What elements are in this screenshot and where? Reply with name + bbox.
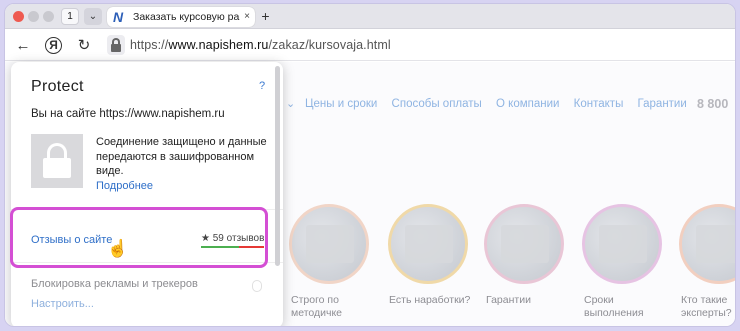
feature-image[interactable] xyxy=(484,204,564,284)
help-icon[interactable]: ? xyxy=(259,80,265,92)
feature-label[interactable]: Строго по методичке xyxy=(291,294,381,320)
maximize-window-button[interactable] xyxy=(43,11,54,22)
back-arrow-icon[interactable]: ← xyxy=(14,37,32,55)
padlock-icon xyxy=(31,134,83,188)
address-bar: ← Я ↻ https://www.napishem.ru/zakaz/kurs… xyxy=(5,29,735,61)
popup-title: Protect xyxy=(31,78,84,95)
active-tab[interactable]: N Заказать курсовую ра × xyxy=(107,7,255,27)
more-info-link[interactable]: Подробнее xyxy=(96,180,153,192)
tab-bar: 1 ⌄ N Заказать курсовую ра × + xyxy=(5,4,735,29)
connection-secure-text: Соединение защищено и данные передаются … xyxy=(96,136,267,177)
feature-image[interactable] xyxy=(679,204,735,284)
ad-blocking-toggle[interactable] xyxy=(252,280,262,292)
feature-image[interactable] xyxy=(289,204,369,284)
tab-close-icon[interactable]: × xyxy=(244,10,250,24)
feature-image[interactable] xyxy=(388,204,468,284)
nav-link-about[interactable]: О компании xyxy=(496,98,559,110)
tab-count-badge[interactable]: 1 xyxy=(61,8,79,25)
reload-icon[interactable]: ↻ xyxy=(75,37,93,55)
site-navigation: Цены и сроки Способы оплаты О компании К… xyxy=(305,98,698,110)
ad-blocking-label: Блокировка рекламы и трекеров xyxy=(31,278,198,290)
tab-title: Заказать курсовую ра xyxy=(133,11,240,23)
popup-scrollbar[interactable] xyxy=(275,66,280,266)
feature-label[interactable]: Сроки выполнения xyxy=(584,294,654,320)
tab-list-chevron-icon[interactable]: ⌄ xyxy=(84,8,102,25)
lock-icon[interactable] xyxy=(107,35,125,55)
nav-link-prices[interactable]: Цены и сроки xyxy=(305,98,377,110)
yandex-logo-icon[interactable]: Я xyxy=(45,37,62,54)
screenshot-frame: 1 ⌄ N Заказать курсовую ра × + ← Я ↻ htt… xyxy=(0,0,740,331)
protect-popup: Protect ? Вы на сайте https://www.napish… xyxy=(11,62,283,326)
feature-label[interactable]: Гарантии xyxy=(486,294,576,307)
nav-link-contacts[interactable]: Контакты xyxy=(574,98,624,110)
nav-link-payment[interactable]: Способы оплаты xyxy=(392,98,482,110)
hand-cursor-icon: ☝ xyxy=(107,239,129,258)
url-text[interactable]: https://www.napishem.ru/zakaz/kursovaja.… xyxy=(130,38,391,52)
site-address-text: Вы на сайте https://www.napishem.ru xyxy=(31,108,225,120)
minimize-window-button[interactable] xyxy=(28,11,39,22)
feature-label[interactable]: Есть наработки? xyxy=(389,294,479,307)
configure-link[interactable]: Настроить... xyxy=(31,298,94,310)
phone-number[interactable]: 8 800 xyxy=(697,97,728,111)
browser-window: 1 ⌄ N Заказать курсовую ра × + ← Я ↻ htt… xyxy=(4,3,736,327)
feature-label[interactable]: Кто такие эксперты? xyxy=(681,294,735,320)
nav-link-guarantees[interactable]: Гарантии xyxy=(638,98,687,110)
close-window-button[interactable] xyxy=(13,11,24,22)
menu-chevron-icon[interactable]: ⌄ xyxy=(286,97,295,110)
new-tab-button[interactable]: + xyxy=(257,8,274,25)
site-favicon-icon: N xyxy=(113,9,124,25)
highlight-box xyxy=(10,207,268,268)
feature-image[interactable] xyxy=(582,204,662,284)
